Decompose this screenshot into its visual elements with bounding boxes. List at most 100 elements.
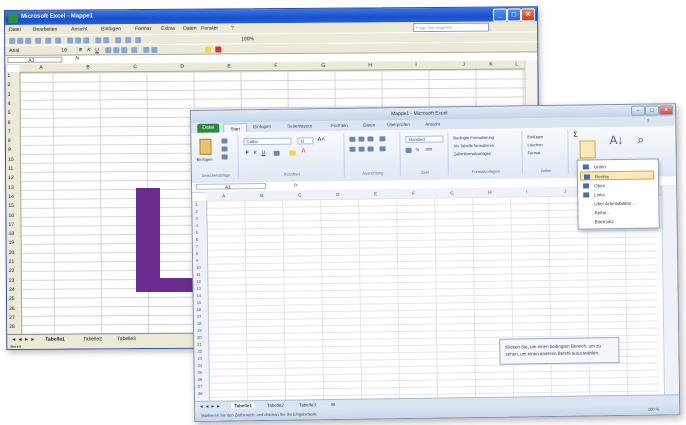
row-header[interactable]: 14 (197, 293, 202, 298)
close-button[interactable]: ✕ (658, 105, 674, 116)
format-as-table-button[interactable]: Als Tabelle formatieren (453, 143, 494, 149)
row-header[interactable]: 3 (195, 216, 197, 221)
row-header[interactable]: 23 (197, 356, 202, 361)
percent-icon[interactable]: % (416, 147, 420, 152)
copy-icon[interactable] (221, 146, 228, 152)
find-icon[interactable]: ⌕ (637, 133, 644, 148)
column-header[interactable]: F (412, 191, 415, 196)
row-header[interactable]: 9 (196, 258, 198, 263)
row-header[interactable]: 26 (198, 377, 203, 382)
row-header[interactable]: 21 (197, 342, 202, 347)
column-header[interactable]: I (526, 189, 527, 194)
column-header[interactable]: G (450, 190, 454, 195)
format-painter-icon[interactable] (221, 154, 228, 160)
column-header[interactable]: C (298, 192, 301, 197)
number-format-select[interactable]: Standard (405, 135, 444, 143)
tab-page-layout[interactable]: Seitenlayout (287, 123, 312, 128)
row-header[interactable]: 6 (196, 237, 198, 242)
sheet-tab[interactable]: Tabelle2 (267, 403, 284, 408)
row-header[interactable]: 18 (197, 321, 202, 326)
fx-icon[interactable]: fx (294, 183, 298, 188)
align-left-icon[interactable] (349, 146, 356, 152)
align-top-icon[interactable] (349, 136, 356, 142)
format-cells-button[interactable]: Format (528, 150, 541, 155)
vertical-scrollbar[interactable] (661, 185, 680, 395)
column-header[interactable]: D (336, 192, 339, 197)
column-header[interactable]: H (488, 190, 491, 195)
row-header[interactable]: 12 (196, 279, 201, 284)
row-header[interactable]: 7 (196, 244, 198, 249)
menu-item-right[interactable]: Rechts (579, 170, 655, 181)
row-header[interactable]: 17 (197, 314, 202, 319)
align-right-icon[interactable] (367, 146, 374, 152)
row-header[interactable]: 8 (196, 251, 198, 256)
row-header[interactable]: 16 (197, 307, 202, 312)
help-icon[interactable]: ? (647, 119, 650, 124)
sheet-tab[interactable]: Tabelle3 (299, 402, 316, 407)
row-header[interactable]: 22 (197, 349, 202, 354)
row-header[interactable]: 28 (198, 391, 203, 396)
row-header[interactable]: 1 (195, 202, 197, 207)
tab-formulas[interactable]: Formeln (331, 123, 348, 128)
align-middle-icon[interactable] (358, 136, 365, 142)
align-bottom-icon[interactable] (367, 136, 374, 142)
font-size-select[interactable]: 11 (297, 137, 314, 145)
maximize-button[interactable]: □ (644, 105, 660, 116)
sort-filter-icon[interactable]: A↓ (609, 133, 623, 147)
currency-icon[interactable] (405, 147, 412, 153)
file-tab[interactable]: Datei (197, 123, 220, 133)
row-header[interactable]: 11 (196, 272, 200, 277)
row-header[interactable]: 5 (196, 230, 198, 235)
row-header[interactable]: 13 (196, 286, 201, 291)
italic-icon[interactable]: K (254, 150, 257, 156)
font-select[interactable]: Calibri (243, 137, 292, 146)
tab-insert[interactable]: Einfügen (253, 124, 271, 129)
tab-data[interactable]: Daten (363, 122, 375, 127)
column-header[interactable]: E (374, 191, 377, 196)
insert-cells-button[interactable]: Einfügen (527, 134, 543, 139)
group-label: Formatvorlagen (471, 168, 500, 175)
fill-icon[interactable] (579, 140, 596, 159)
column-header[interactable]: J (564, 189, 566, 194)
tab-review[interactable]: Überprüfen (387, 122, 410, 127)
border-icon[interactable] (273, 150, 280, 156)
row-header[interactable]: 4 (196, 223, 198, 228)
row-header[interactable]: 15 (197, 300, 202, 305)
column-header[interactable]: A (222, 194, 225, 199)
merge-icon[interactable] (379, 146, 386, 152)
row-header[interactable]: 20 (197, 335, 202, 340)
clipboard-group: Einfügen Zwischenablage (193, 134, 239, 179)
row-header[interactable]: 27 (198, 384, 203, 389)
conditional-formatting-button[interactable]: Bedingte Formatierung (453, 135, 494, 141)
paste-label[interactable]: Einfügen (197, 157, 213, 162)
row-header[interactable]: 2 (195, 209, 197, 214)
zoom-level[interactable]: 100 % (648, 406, 659, 411)
paste-icon[interactable] (199, 138, 212, 155)
bold-icon[interactable]: F (246, 150, 249, 156)
row-header[interactable]: 24 (198, 363, 203, 368)
cell-styles-button[interactable]: Zellenformatvorlagen (454, 151, 492, 157)
grow-font-icon[interactable]: A˄ (317, 137, 325, 143)
minimize-button[interactable]: – (630, 105, 646, 116)
row-header[interactable]: 19 (197, 328, 202, 333)
arrow-right-icon (583, 174, 591, 180)
delete-cells-button[interactable]: Löschen (527, 142, 542, 147)
row-header[interactable]: 25 (198, 370, 203, 375)
tab-view[interactable]: Ansicht (425, 122, 440, 127)
menu-item-justify[interactable]: Blocksatz (581, 217, 655, 227)
font-color-icon[interactable]: A (302, 148, 306, 154)
column-header[interactable]: B (260, 193, 263, 198)
sum-icon[interactable]: Σ (573, 132, 581, 140)
wrap-text-icon[interactable] (379, 136, 386, 142)
name-box[interactable]: A1 (196, 182, 267, 190)
thousands-icon[interactable]: 000 (426, 147, 433, 152)
row-header[interactable]: 10 (196, 265, 201, 270)
sheet-tab[interactable]: Tabelle1 (231, 403, 255, 409)
cut-icon[interactable] (221, 138, 228, 144)
group-label: Zahl (420, 169, 429, 175)
tab-nav-icons[interactable]: ◄ ◄ ► ► (199, 404, 221, 409)
underline-icon[interactable]: U (262, 150, 266, 156)
fill-color-icon[interactable] (289, 150, 296, 156)
excel-2010-window: Mappe1 - Microsoft Excel – □ ✕ Datei Sta… (190, 103, 681, 422)
align-center-icon[interactable] (358, 146, 365, 152)
